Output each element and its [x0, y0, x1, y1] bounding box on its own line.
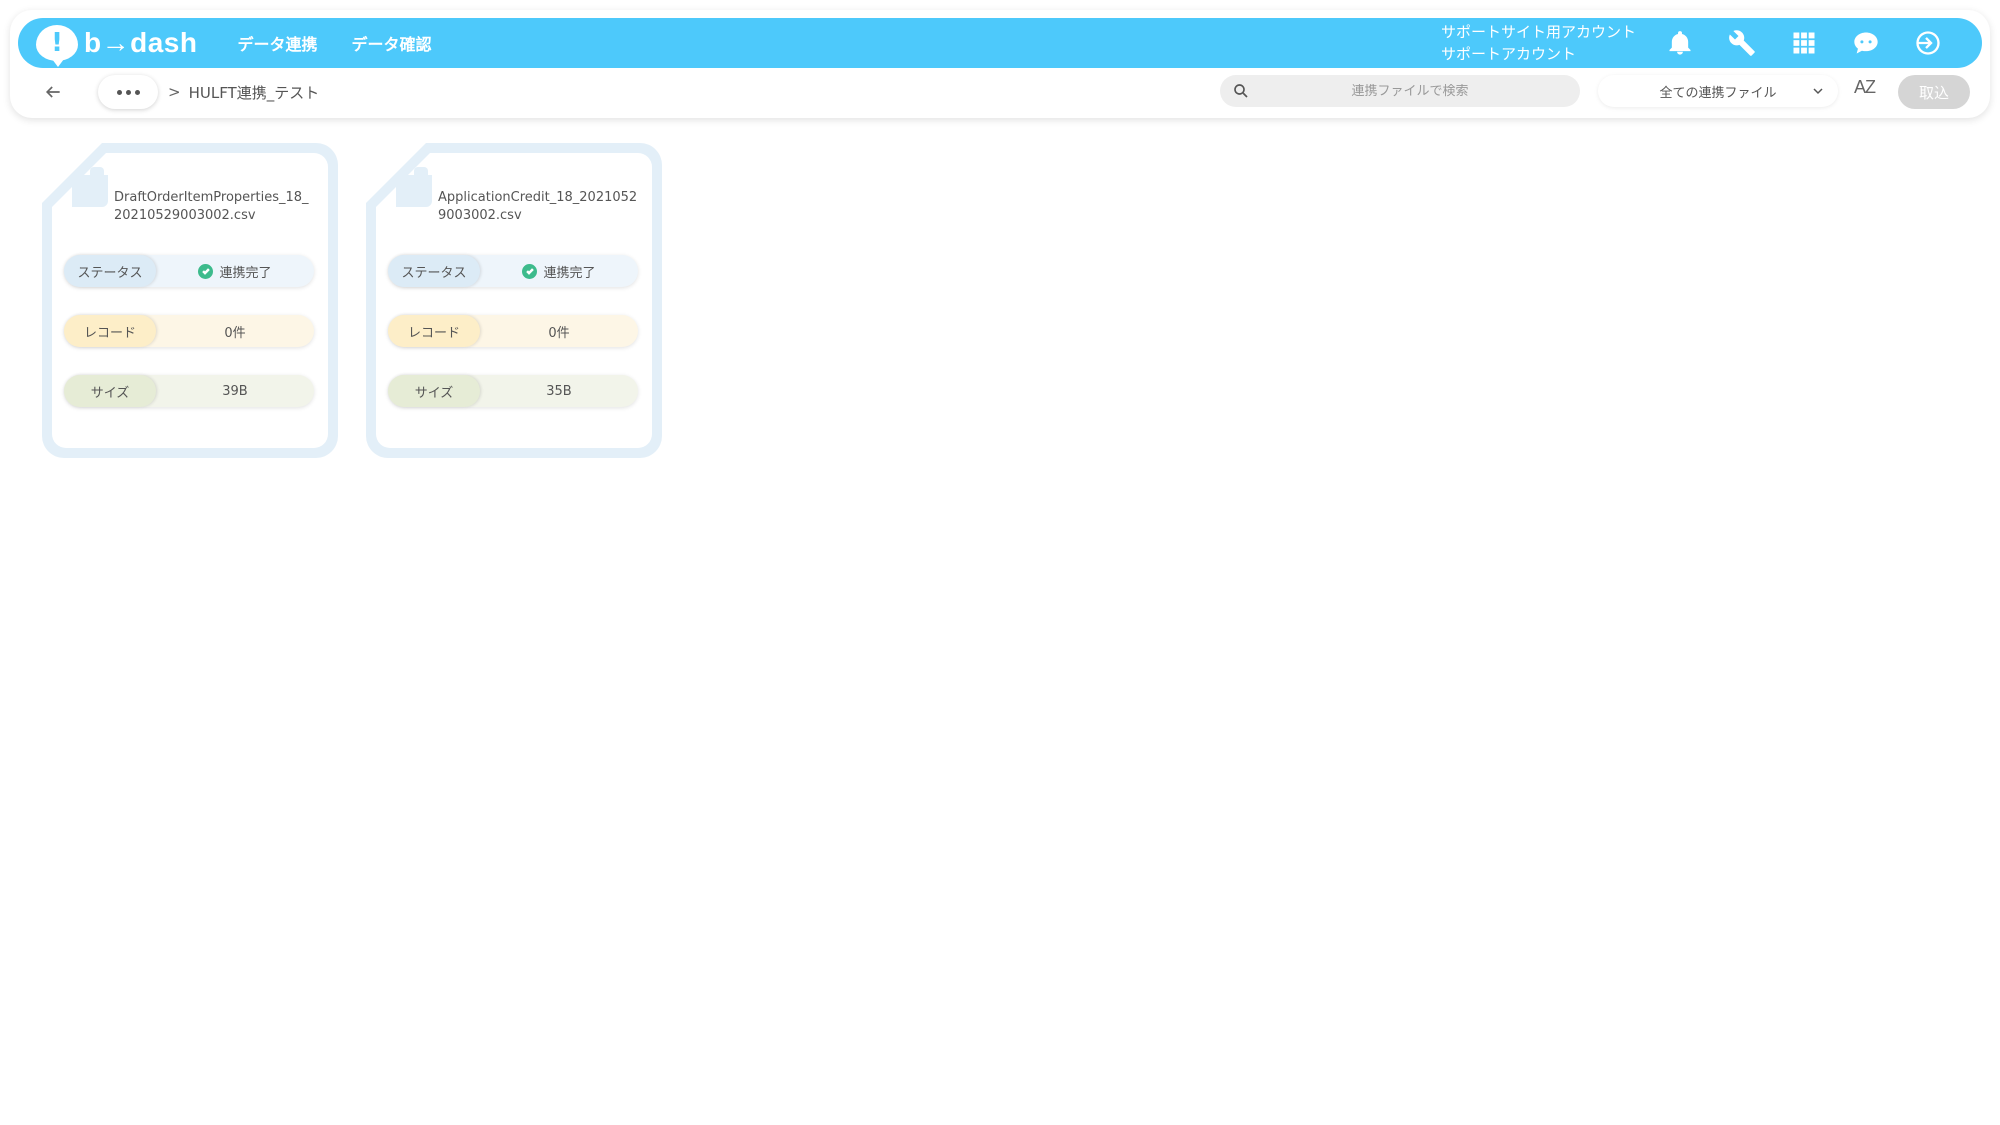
filter-selected-value: 全ての連携ファイル — [1659, 85, 1777, 101]
main-nav: データ連携 データ確認 — [237, 31, 431, 55]
file-icon — [396, 167, 432, 207]
status-text: 連携完了 — [219, 265, 272, 281]
logout-icon[interactable] — [1914, 29, 1942, 57]
nav-data-check[interactable]: データ確認 — [351, 31, 431, 55]
record-value: 0件 — [224, 325, 246, 341]
support-chat-icon[interactable] — [1852, 29, 1880, 57]
file-name: ApplicationCredit_18_20210529003002.csv — [438, 190, 638, 223]
nav-data-integration[interactable]: データ連携 — [237, 31, 317, 55]
dot-icon — [125, 89, 131, 95]
wrench-icon[interactable] — [1728, 29, 1756, 57]
search-box — [1220, 75, 1580, 107]
search-icon — [1234, 84, 1248, 98]
status-row: ステータス 連携完了 — [64, 255, 314, 287]
size-row: サイズ 35B — [388, 375, 638, 407]
breadcrumb-more-button[interactable] — [98, 75, 158, 109]
record-label: レコード — [64, 315, 156, 347]
search-input[interactable] — [1260, 83, 1560, 99]
status-row: ステータス 連携完了 — [388, 255, 638, 287]
file-icon — [72, 167, 108, 207]
file-card[interactable]: ApplicationCredit_18_20210529003002.csv … — [366, 143, 662, 458]
check-circle-icon — [522, 263, 538, 279]
file-name: DraftOrderItemProperties_18_202105290030… — [114, 190, 309, 223]
status-label: ステータス — [388, 255, 480, 287]
size-value: 35B — [546, 383, 572, 399]
import-button[interactable]: 取込 — [1898, 75, 1970, 109]
grid-icon[interactable] — [1790, 29, 1818, 57]
b-dash-logo[interactable]: ! b→dash — [36, 18, 197, 68]
record-row: レコード 0件 — [64, 315, 314, 347]
record-label: レコード — [388, 315, 480, 347]
logo-text: b→dash — [84, 27, 198, 58]
record-row: レコード 0件 — [388, 315, 638, 347]
account-name: サポートサイト用アカウント — [1440, 23, 1636, 41]
status-value: 連携完了 — [156, 262, 314, 281]
breadcrumb-current: HULFT連携_テスト — [188, 83, 320, 102]
size-label: サイズ — [64, 375, 156, 407]
top-navigation-bar: ! b→dash データ連携 データ確認 サポートサイト用アカウント サポートア… — [18, 18, 1982, 68]
dot-icon — [116, 89, 122, 95]
breadcrumb-separator: > — [168, 83, 181, 101]
chevron-down-icon — [1810, 83, 1826, 103]
status-text: 連携完了 — [543, 265, 596, 281]
status-label: ステータス — [64, 255, 156, 287]
account-user: サポートアカウント — [1440, 45, 1576, 63]
size-value: 39B — [222, 383, 248, 399]
sort-az-button[interactable]: AZ — [1854, 77, 1876, 98]
file-filter-select[interactable]: 全ての連携ファイル — [1598, 75, 1838, 107]
file-card[interactable]: DraftOrderItemProperties_18_202105290030… — [42, 143, 338, 458]
account-info[interactable]: サポートサイト用アカウント サポートアカウント — [1441, 21, 1636, 65]
size-label: サイズ — [388, 375, 480, 407]
logo-mark: ! — [36, 25, 78, 67]
size-row: サイズ 39B — [64, 375, 314, 407]
bell-icon[interactable] — [1666, 29, 1694, 57]
check-circle-icon — [198, 263, 214, 279]
toolbar: > HULFT連携_テスト 全ての連携ファイル AZ 取込 — [18, 72, 1982, 112]
dot-icon — [134, 89, 140, 95]
back-arrow-icon[interactable] — [40, 79, 66, 105]
status-value: 連携完了 — [480, 262, 638, 281]
record-value: 0件 — [548, 325, 570, 341]
header-icon-group — [1666, 29, 1942, 57]
